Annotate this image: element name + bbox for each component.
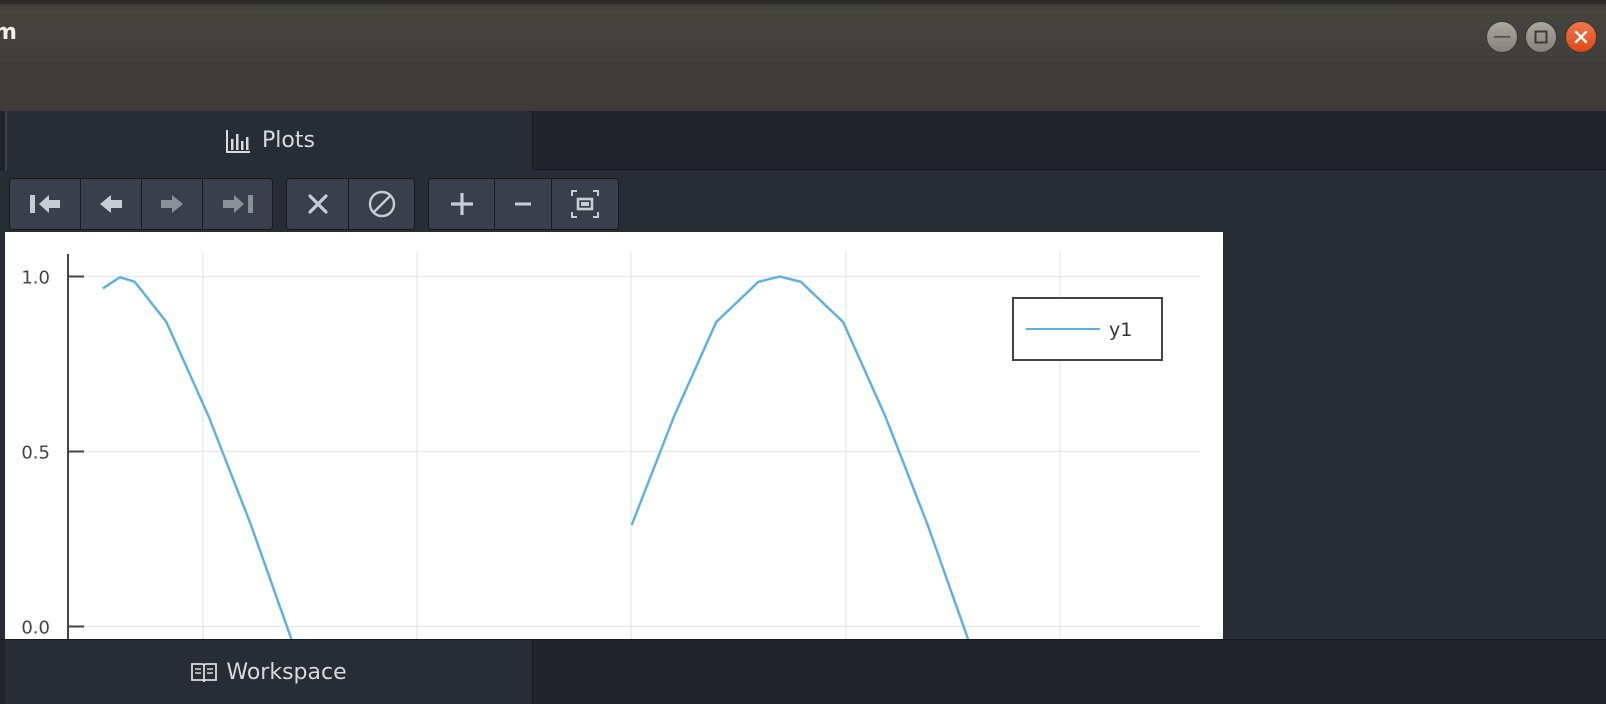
previous-plot-icon <box>100 195 122 213</box>
bar-chart-icon <box>226 129 251 153</box>
delete-plot-icon <box>307 194 328 214</box>
previous-plot-button[interactable] <box>81 179 142 229</box>
plot-canvas: 1.0 0.5 0.0 y1 <box>5 232 1223 639</box>
tab-workspace-label: Workspace <box>226 659 347 685</box>
fit-to-screen-button[interactable] <box>552 179 618 229</box>
plots-tab-bar: Plots <box>0 111 1606 170</box>
book-icon <box>191 663 218 683</box>
plot-toolbar <box>0 170 1606 232</box>
y-tick-label: 1.0 <box>21 268 50 289</box>
first-plot-icon <box>30 195 60 213</box>
next-plot-icon <box>161 195 183 213</box>
last-plot-button[interactable] <box>203 179 272 229</box>
delete-plot-button[interactable] <box>287 179 349 229</box>
workspace-tab-bar: Workspace <box>0 639 1606 704</box>
menu-bar <box>0 61 1606 111</box>
minimize-button[interactable]: — <box>1486 21 1518 53</box>
window-title: m <box>0 20 17 45</box>
navigation-button-group <box>9 178 273 230</box>
y-tick-label: 0.5 <box>21 443 50 464</box>
fit-to-screen-icon <box>571 190 599 218</box>
maximize-icon <box>1534 30 1548 44</box>
tab-workspace[interactable]: Workspace <box>5 640 533 704</box>
y-tick-label: 0.0 <box>21 618 50 639</box>
zoom-out-button[interactable] <box>495 179 552 229</box>
zoom-button-group <box>428 178 619 230</box>
zoom-in-icon <box>450 193 473 215</box>
minimize-icon: — <box>1493 26 1511 47</box>
next-plot-button[interactable] <box>142 179 203 229</box>
legend-label: y1 <box>1109 319 1132 341</box>
zoom-out-icon <box>515 202 531 206</box>
clear-all-icon <box>368 190 395 218</box>
zoom-in-button[interactable] <box>429 179 495 229</box>
last-plot-icon <box>222 195 253 213</box>
tab-plots-label: Plots <box>262 128 315 153</box>
delete-button-group <box>286 178 415 230</box>
close-button[interactable] <box>1565 21 1597 53</box>
close-icon <box>1574 30 1588 44</box>
line-chart: 1.0 0.5 0.0 y1 <box>21 252 1200 639</box>
series-line-y1 <box>102 275 970 639</box>
clear-all-plots-button[interactable] <box>349 179 414 229</box>
tab-plots[interactable]: Plots <box>5 111 533 170</box>
window-titlebar: m — <box>0 0 1606 61</box>
first-plot-button[interactable] <box>10 179 81 229</box>
legend: y1 <box>1012 297 1163 361</box>
side-pane <box>1223 232 1606 639</box>
maximize-button[interactable] <box>1525 21 1557 53</box>
